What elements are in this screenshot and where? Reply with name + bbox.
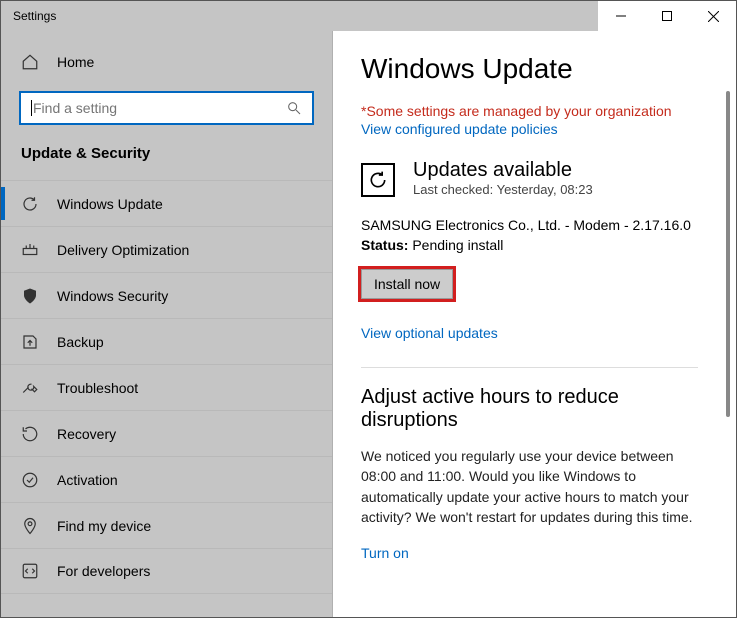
- check-circle-icon: [21, 471, 39, 489]
- sidebar-item-activation[interactable]: Activation: [1, 456, 332, 502]
- sidebar-item-windows-update[interactable]: Windows Update: [1, 180, 332, 226]
- page-title: Windows Update: [361, 53, 698, 85]
- backup-icon: [21, 333, 39, 351]
- sidebar-item-label: Find my device: [57, 518, 151, 534]
- search-icon: [286, 100, 302, 116]
- divider: [361, 367, 698, 368]
- location-icon: [21, 517, 39, 535]
- sidebar: Home Update & Security Windows Update Del…: [1, 31, 333, 617]
- sidebar-section-title: Update & Security: [1, 139, 332, 180]
- wrench-icon: [21, 379, 39, 397]
- main-content: Windows Update *Some settings are manage…: [333, 31, 726, 617]
- install-now-button[interactable]: Install now: [361, 269, 453, 299]
- sidebar-home[interactable]: Home: [1, 41, 332, 83]
- window-title: Settings: [1, 9, 598, 23]
- recovery-icon: [21, 425, 39, 443]
- last-checked-text: Last checked: Yesterday, 08:23: [413, 182, 593, 197]
- updates-available-title: Updates available: [413, 159, 593, 182]
- view-optional-updates-link[interactable]: View optional updates: [361, 325, 698, 341]
- update-item-name: SAMSUNG Electronics Co., Ltd. - Modem - …: [361, 217, 698, 233]
- search-field[interactable]: [31, 99, 286, 117]
- sidebar-item-label: Delivery Optimization: [57, 242, 189, 258]
- sidebar-item-label: Windows Update: [57, 196, 163, 212]
- delivery-icon: [21, 241, 39, 259]
- maximize-button[interactable]: [644, 1, 690, 31]
- refresh-icon: [21, 195, 39, 213]
- sidebar-item-label: Backup: [57, 334, 104, 350]
- sidebar-item-label: Activation: [57, 472, 118, 488]
- code-icon: [21, 562, 39, 580]
- active-hours-body: We noticed you regularly use your device…: [361, 446, 698, 527]
- sidebar-item-label: Windows Security: [57, 288, 168, 304]
- view-policies-link[interactable]: View configured update policies: [361, 121, 698, 137]
- sidebar-item-troubleshoot[interactable]: Troubleshoot: [1, 364, 332, 410]
- home-icon: [21, 53, 39, 71]
- sidebar-item-label: For developers: [57, 563, 150, 579]
- sidebar-item-windows-security[interactable]: Windows Security: [1, 272, 332, 318]
- scrollbar[interactable]: [726, 91, 730, 417]
- minimize-button[interactable]: [598, 1, 644, 31]
- sidebar-item-for-developers[interactable]: For developers: [1, 548, 332, 594]
- updates-status-icon: [361, 163, 395, 197]
- sidebar-item-label: Troubleshoot: [57, 380, 138, 396]
- sidebar-item-backup[interactable]: Backup: [1, 318, 332, 364]
- sidebar-item-recovery[interactable]: Recovery: [1, 410, 332, 456]
- close-button[interactable]: [690, 1, 736, 31]
- sidebar-home-label: Home: [57, 54, 94, 70]
- update-status: Status: Pending install: [361, 237, 698, 253]
- shield-icon: [21, 287, 39, 305]
- sidebar-item-label: Recovery: [57, 426, 116, 442]
- titlebar: Settings: [1, 1, 736, 31]
- turn-on-link[interactable]: Turn on: [361, 545, 698, 561]
- org-managed-notice: *Some settings are managed by your organ…: [361, 103, 698, 119]
- search-input[interactable]: [19, 91, 314, 125]
- sidebar-item-delivery-optimization[interactable]: Delivery Optimization: [1, 226, 332, 272]
- active-hours-heading: Adjust active hours to reduce disruption…: [361, 386, 698, 432]
- sidebar-item-find-my-device[interactable]: Find my device: [1, 502, 332, 548]
